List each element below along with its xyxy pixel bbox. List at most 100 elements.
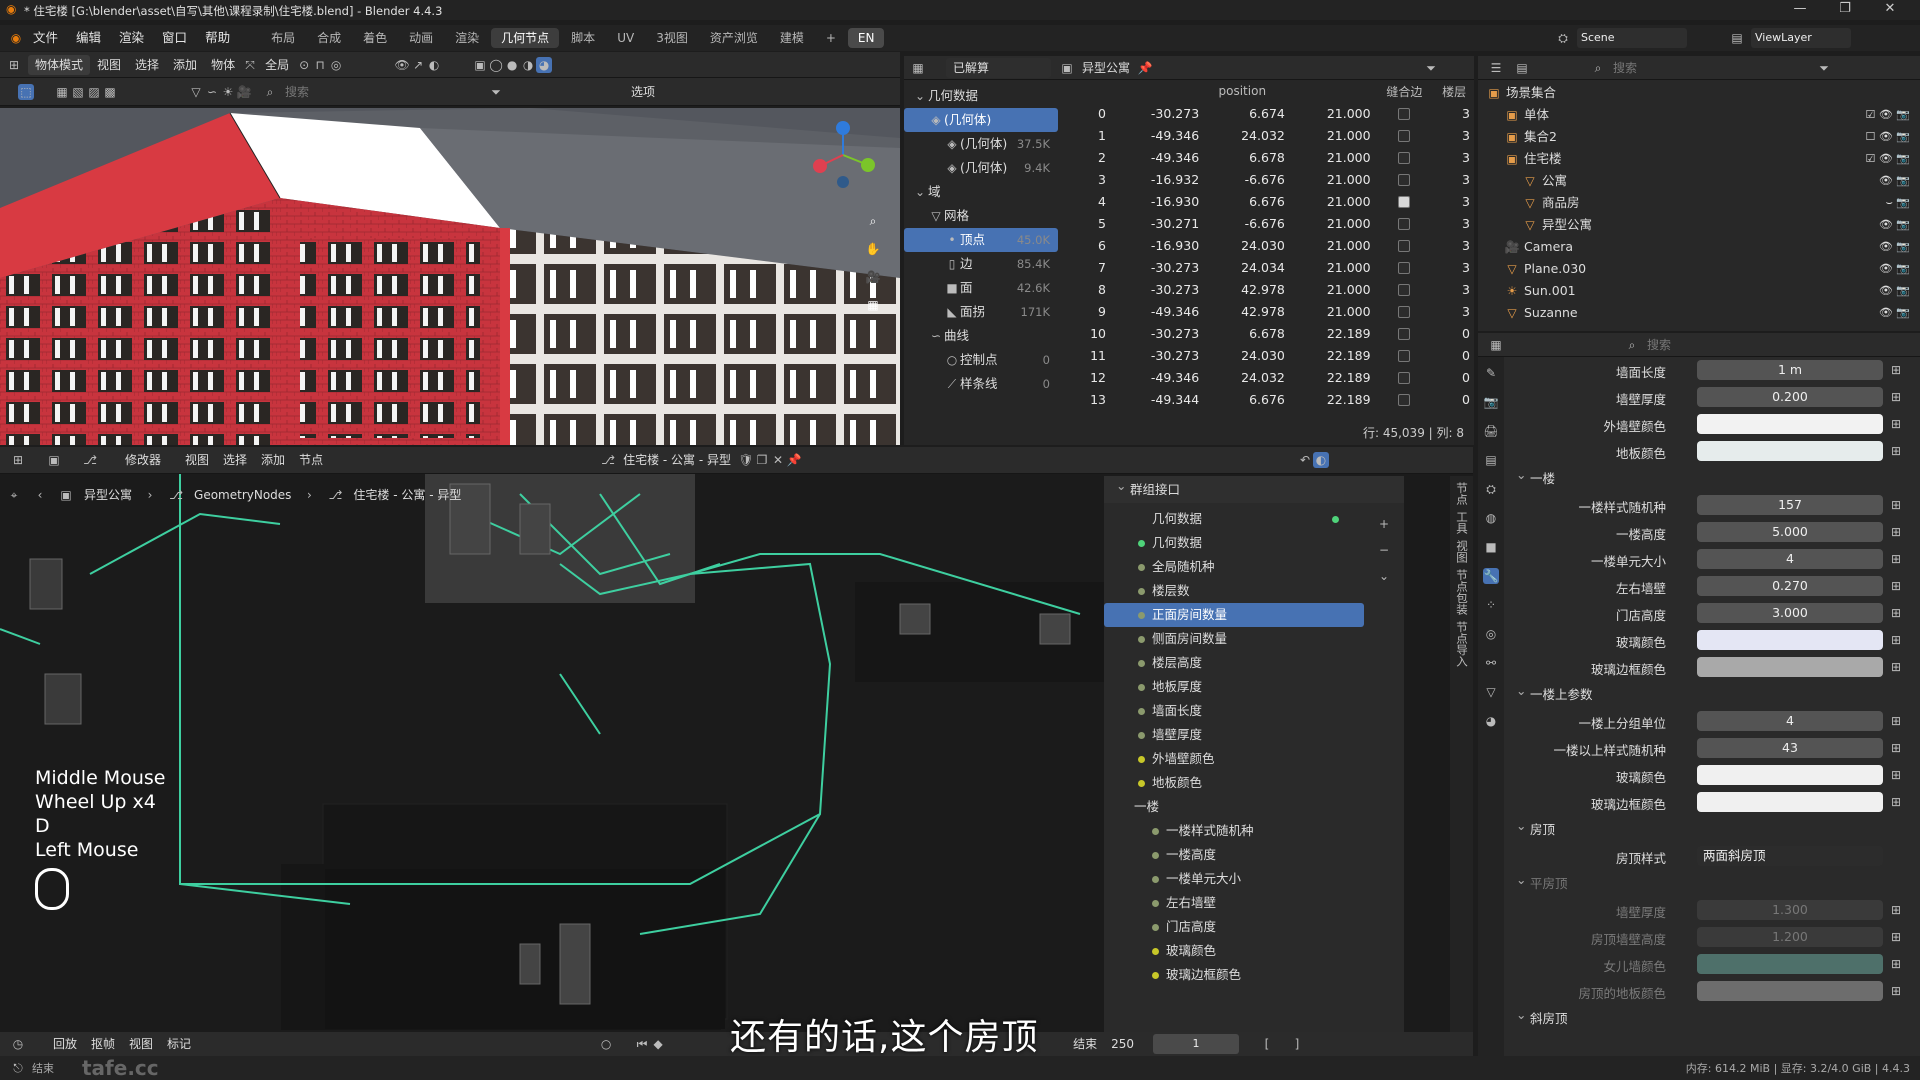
timeline-menu-playback[interactable]: 回放 <box>46 1034 84 1054</box>
maximize-button[interactable]: ❐ <box>1825 1 1865 16</box>
attribute-toggle-icon[interactable]: ⊞ <box>1888 767 1904 783</box>
panel-section[interactable]: 一楼 <box>1504 461 1920 492</box>
pan-hand-icon[interactable]: ✋ <box>865 241 881 257</box>
filter-icon[interactable]: ⏷ <box>488 84 504 100</box>
interface-socket[interactable]: 地板颜色 <box>1104 771 1364 795</box>
bracket-right-icon[interactable]: ] <box>1289 1036 1305 1052</box>
visibility-toggles[interactable]: 👁 📷 <box>1879 258 1910 280</box>
node-tree-type-icon[interactable]: ▣ <box>46 452 62 468</box>
shading-solid-icon[interactable]: ● <box>504 57 520 73</box>
shading-rendered-icon[interactable]: ◕ <box>536 56 553 73</box>
attribute-toggle-icon[interactable]: ⊞ <box>1888 362 1904 378</box>
tab-uv[interactable]: UV <box>607 28 644 48</box>
sidebar-tab-tool[interactable]: 工具 <box>1454 511 1470 534</box>
outliner-search-input[interactable]: 搜索 <box>1606 58 1716 78</box>
interface-socket[interactable]: 外墙壁颜色 <box>1104 747 1364 771</box>
add-socket-icon[interactable]: + <box>1376 516 1392 532</box>
outliner-item[interactable]: ▽ 异型公寓 👁 📷 <box>1478 214 1920 236</box>
attribute-toggle-icon[interactable]: ⊞ <box>1888 416 1904 432</box>
spreadsheet-tree-item[interactable]: ◣ 面拐 171K <box>904 300 1058 324</box>
keyframe-prev-icon[interactable]: ◆ <box>650 1036 666 1052</box>
end-frame-value[interactable]: 250 <box>1104 1034 1141 1054</box>
visibility-toggles[interactable]: 👁 📷 <box>1879 214 1910 236</box>
shading-material-icon[interactable]: ◑ <box>520 57 536 73</box>
timeline-menu-view[interactable]: 视图 <box>122 1034 160 1054</box>
outliner-item[interactable]: ▽ 公寓 👁 📷 <box>1478 170 1920 192</box>
spreadsheet-tree-item[interactable]: ⟋ 样条线 0 <box>904 372 1058 396</box>
toolbar-icons[interactable]: ⌖ <box>6 487 22 503</box>
node-group-name[interactable]: 住宅楼 - 公寓 - 异型 <box>616 450 738 470</box>
auto-key-icon[interactable]: ○ <box>598 1036 614 1052</box>
attribute-toggle-icon[interactable]: ⊞ <box>1888 659 1904 675</box>
property-field[interactable]: 0.270 <box>1697 576 1883 596</box>
viewport-menu-add[interactable]: 添加 <box>166 55 204 75</box>
spreadsheet-tree-item[interactable]: ▯ 边 85.4K <box>904 252 1058 276</box>
interface-socket[interactable]: 一楼高度 <box>1104 843 1364 867</box>
camera-view-icon[interactable]: 🎥 <box>865 269 881 285</box>
attribute-toggle-icon[interactable]: ⊞ <box>1888 929 1904 945</box>
visibility-icon[interactable]: 👁 <box>394 57 410 73</box>
select-subtract-icon[interactable]: ▨ <box>86 84 102 100</box>
filter-camera-icon[interactable]: 🎥 <box>236 84 252 100</box>
column-floor[interactable]: 楼层 <box>1434 80 1474 102</box>
outliner-item[interactable]: ▽ Plane.030 👁 📷 <box>1478 258 1920 280</box>
property-field[interactable]: 1.300 <box>1697 900 1883 920</box>
panel-section[interactable]: 房顶 <box>1504 812 1920 843</box>
timeline-menu-marker[interactable]: 标记 <box>160 1034 198 1054</box>
3d-viewport[interactable]: ⌕ ✋ 🎥 ▦ <box>0 108 900 445</box>
menu-window[interactable]: 窗口 <box>153 25 196 51</box>
minimize-button[interactable]: — <box>1780 1 1820 16</box>
interface-socket[interactable]: 侧面房间数量 <box>1104 627 1364 651</box>
property-field[interactable]: 1 m <box>1697 360 1883 380</box>
particles-tab-icon[interactable]: ⁘ <box>1483 597 1499 613</box>
spreadsheet-tree-item[interactable]: ◈ (几何体) 37.5K <box>904 132 1058 156</box>
overlay-node-icon[interactable]: ◐ <box>1313 452 1329 468</box>
spreadsheet-tree-item[interactable]: ▽ 网格 <box>904 204 1058 228</box>
visibility-toggles[interactable]: ☑ 👁 📷 <box>1865 104 1910 126</box>
evaluation-selector[interactable]: 已解算 <box>946 57 1051 78</box>
view-layer-tab-icon[interactable]: ▤ <box>1483 452 1499 468</box>
interface-socket[interactable]: 玻璃边框颜色 <box>1104 963 1364 987</box>
property-field[interactable]: 0.200 <box>1697 387 1883 407</box>
close-window-button[interactable]: ✕ <box>1870 1 1910 16</box>
property-field[interactable]: 3.000 <box>1697 603 1883 623</box>
attribute-toggle-icon[interactable]: ⊞ <box>1888 956 1904 972</box>
sidebar-tab-node[interactable]: 节点 <box>1454 482 1470 505</box>
tab-modeling[interactable]: 建模 <box>770 28 814 48</box>
interface-socket[interactable]: 几何数据 <box>1104 531 1364 555</box>
tab-3view[interactable]: 3视图 <box>646 28 698 48</box>
menu-help[interactable]: 帮助 <box>196 25 239 51</box>
attribute-toggle-icon[interactable]: ⊞ <box>1888 983 1904 999</box>
visibility-toggles[interactable]: 👁 📷 <box>1879 302 1910 324</box>
property-dropdown[interactable]: 两面斜房顶 <box>1697 846 1883 866</box>
interface-socket[interactable]: 玻璃颜色 <box>1104 939 1364 963</box>
spreadsheet-tree-item[interactable]: ○ 控制点 0 <box>904 348 1058 372</box>
node-editor-type-icon[interactable]: ⊞ <box>10 452 26 468</box>
visibility-toggles[interactable]: ☐ 👁 📷 <box>1865 126 1910 148</box>
interface-socket[interactable]: 墙面长度 <box>1104 699 1364 723</box>
bracket-left-icon[interactable]: [ <box>1259 1036 1275 1052</box>
breadcrumb-object[interactable]: 异型公寓 <box>84 486 132 503</box>
zoom-icon[interactable]: ⌕ <box>865 213 881 229</box>
property-field[interactable]: 4 <box>1697 711 1883 731</box>
properties-editor-icon[interactable]: ▦ <box>1488 337 1504 353</box>
node-menu-select[interactable]: 选择 <box>216 450 254 470</box>
visibility-toggles[interactable]: ⌣ 📷 <box>1886 192 1910 214</box>
tab-geometry-nodes[interactable]: 几何节点 <box>491 28 560 48</box>
pin-icon[interactable]: 📌 <box>1137 60 1153 76</box>
duplicate-icon[interactable]: ❐ <box>754 452 770 468</box>
properties-search-input[interactable]: 搜索 <box>1640 335 1790 355</box>
unlink-icon[interactable]: ✕ <box>770 452 786 468</box>
modifier-tab-icon[interactable]: 🔧 <box>1483 568 1499 584</box>
grid-view-icon[interactable]: ▦ <box>865 297 881 313</box>
tab-rendering[interactable]: 渲染 <box>445 28 489 48</box>
visibility-toggles[interactable]: 👁 📷 <box>1879 236 1910 258</box>
tool-tab-icon[interactable]: ✎ <box>1483 365 1499 381</box>
constraints-tab-icon[interactable]: ⚯ <box>1483 655 1499 671</box>
spreadsheet-editor-icon[interactable]: ▦ <box>910 60 926 76</box>
blender-menu-icon[interactable]: ◉ <box>8 30 24 46</box>
node-menu-add[interactable]: 添加 <box>254 450 292 470</box>
sidebar-tab-view[interactable]: 视图 <box>1454 540 1470 563</box>
menu-render[interactable]: 渲染 <box>110 25 153 51</box>
attribute-toggle-icon[interactable]: ⊞ <box>1888 740 1904 756</box>
